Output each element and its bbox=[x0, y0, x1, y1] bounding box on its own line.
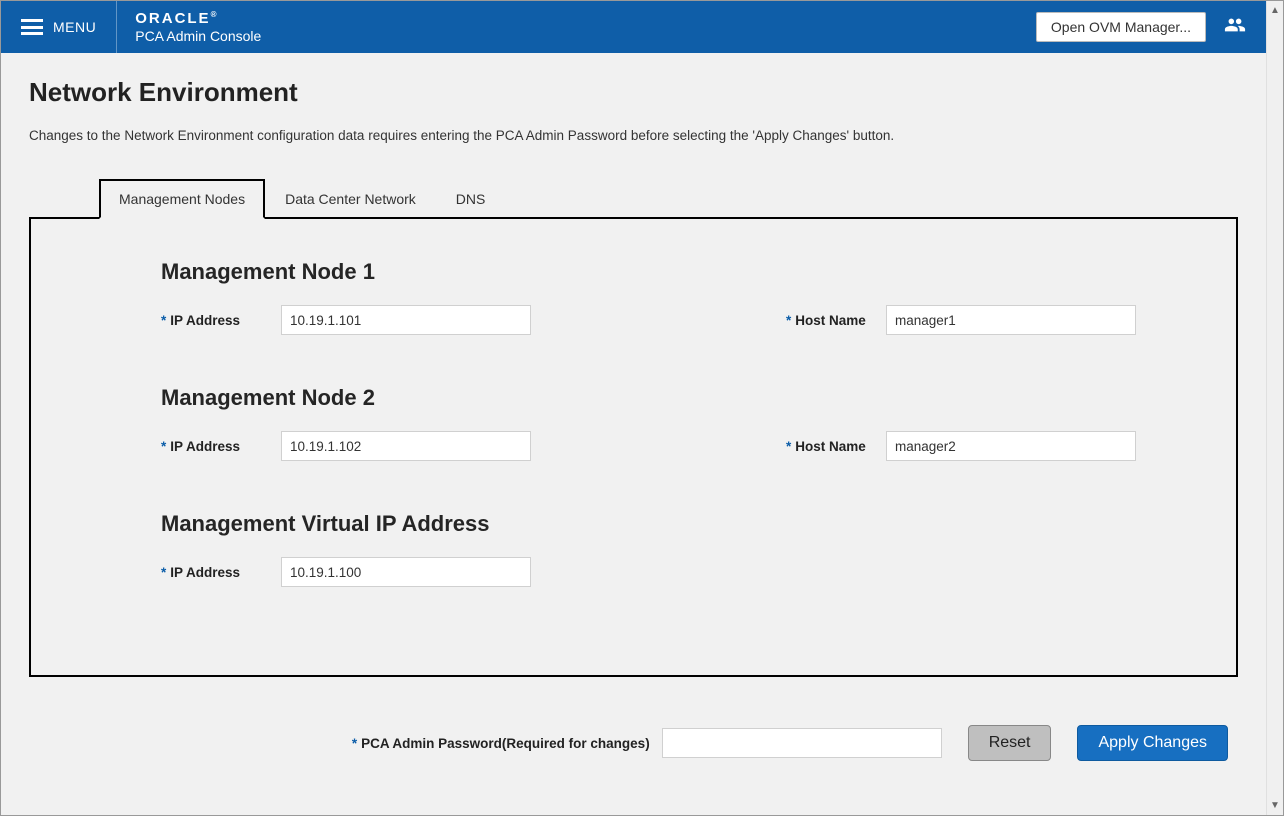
node2-ip-label: *IP Address bbox=[161, 439, 281, 454]
brand-block: ORACLE® PCA Admin Console bbox=[117, 10, 279, 43]
hamburger-icon bbox=[21, 19, 43, 35]
page-description: Changes to the Network Environment confi… bbox=[29, 128, 1238, 143]
node1-host-label: *Host Name bbox=[786, 313, 886, 328]
menu-button[interactable]: MENU bbox=[1, 1, 116, 53]
vip-ip-input[interactable] bbox=[281, 557, 531, 587]
node2-host-label: *Host Name bbox=[786, 439, 886, 454]
admin-password-input[interactable] bbox=[662, 728, 942, 758]
section-vip: Management Virtual IP Address *IP Addres… bbox=[161, 511, 1146, 587]
tab-data-center-network[interactable]: Data Center Network bbox=[265, 179, 436, 219]
node1-ip-label: *IP Address bbox=[161, 313, 281, 328]
tab-management-nodes[interactable]: Management Nodes bbox=[99, 179, 265, 219]
brand-logo: ORACLE® bbox=[135, 10, 261, 27]
tab-panel-management-nodes: Management Node 1 *IP Address *Host Name… bbox=[29, 217, 1238, 677]
apply-changes-button[interactable]: Apply Changes bbox=[1077, 725, 1228, 761]
scroll-down-icon[interactable]: ▼ bbox=[1270, 796, 1280, 815]
vertical-scrollbar[interactable]: ▲ ▼ bbox=[1266, 1, 1283, 815]
node2-host-input[interactable] bbox=[886, 431, 1136, 461]
admin-password-label: *PCA Admin Password(Required for changes… bbox=[352, 736, 650, 751]
users-icon[interactable] bbox=[1224, 14, 1246, 41]
scroll-up-icon[interactable]: ▲ bbox=[1270, 1, 1280, 20]
node1-host-input[interactable] bbox=[886, 305, 1136, 335]
node2-ip-input[interactable] bbox=[281, 431, 531, 461]
section-node1-title: Management Node 1 bbox=[161, 259, 1146, 285]
section-node2-title: Management Node 2 bbox=[161, 385, 1146, 411]
node1-ip-input[interactable] bbox=[281, 305, 531, 335]
tab-dns[interactable]: DNS bbox=[436, 179, 506, 219]
section-node2: Management Node 2 *IP Address *Host Name bbox=[161, 385, 1146, 461]
reset-button[interactable]: Reset bbox=[968, 725, 1052, 761]
tabs: Management Nodes Data Center Network DNS bbox=[99, 177, 1238, 217]
page-title: Network Environment bbox=[29, 77, 1238, 108]
section-vip-title: Management Virtual IP Address bbox=[161, 511, 1146, 537]
section-node1: Management Node 1 *IP Address *Host Name bbox=[161, 259, 1146, 335]
app-header: MENU ORACLE® PCA Admin Console Open OVM … bbox=[1, 1, 1283, 53]
brand-subtitle: PCA Admin Console bbox=[135, 28, 261, 44]
footer-row: *PCA Admin Password(Required for changes… bbox=[29, 725, 1238, 761]
menu-button-label: MENU bbox=[53, 19, 96, 35]
open-ovm-manager-button[interactable]: Open OVM Manager... bbox=[1036, 12, 1206, 42]
vip-ip-label: *IP Address bbox=[161, 565, 281, 580]
page-body: Network Environment Changes to the Netwo… bbox=[1, 53, 1266, 781]
